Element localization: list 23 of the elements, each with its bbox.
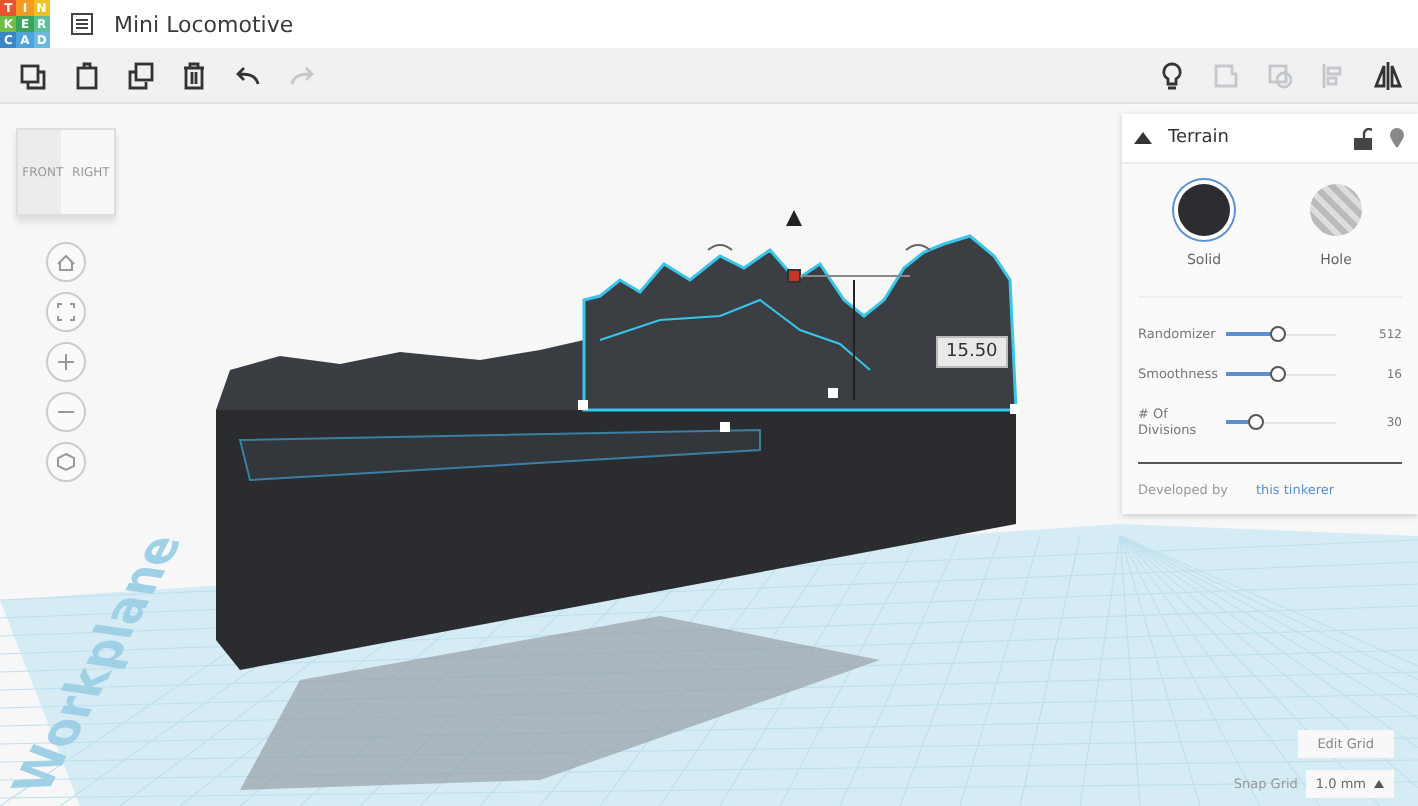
cube-button[interactable] [46, 442, 86, 482]
mirror-icon [1371, 59, 1403, 91]
duplicate-icon [123, 59, 155, 91]
zoom-in-icon [54, 350, 78, 374]
fit-view-icon [54, 300, 78, 324]
dimension-label[interactable]: 15.50 [936, 336, 1008, 368]
shape-name: Terrain [1168, 128, 1231, 148]
group-icon [1209, 59, 1241, 91]
slider-thumb[interactable] [1270, 326, 1287, 342]
copy-icon [15, 59, 47, 91]
slider-thumb[interactable] [1248, 414, 1265, 430]
design-title: Mini Locomotive [114, 11, 294, 37]
fit-view-button[interactable] [46, 292, 86, 332]
home-button[interactable] [46, 242, 86, 282]
unlocked-icon[interactable] [1354, 127, 1372, 149]
list-icon[interactable] [70, 12, 94, 36]
caret-icon [1374, 780, 1384, 788]
ungroup-icon [1263, 59, 1295, 91]
cube-icon [54, 450, 78, 474]
collapse-caret-icon[interactable] [1134, 132, 1152, 144]
home-icon [54, 250, 78, 274]
zoom-in-button[interactable] [46, 342, 86, 382]
slider-thumb[interactable] [1270, 366, 1287, 382]
